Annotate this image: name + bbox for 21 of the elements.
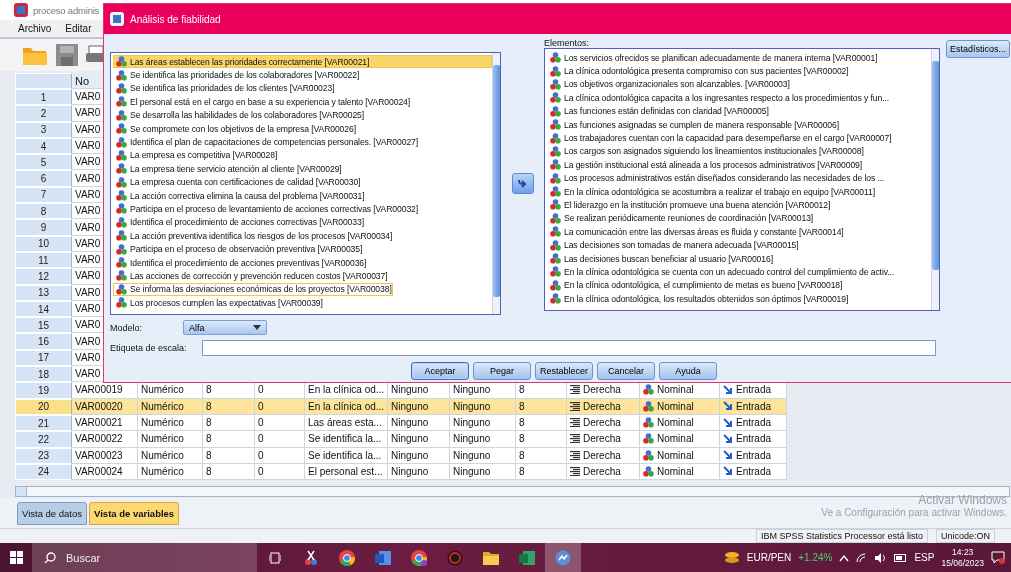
items-label: Elementos: <box>544 38 591 48</box>
encoding-status: Unicode:ON <box>935 529 995 543</box>
table-cell: Entrada <box>720 431 787 448</box>
table-cell: Ninguno <box>388 431 450 448</box>
dialog-title: Análisis de fiabilidad <box>130 13 221 25</box>
table-cell: 8 <box>203 431 255 448</box>
activation-title: Activar Windows <box>918 494 1007 507</box>
currency-pair: EUR/PEN <box>746 552 792 563</box>
window-title: proceso adminis <box>33 4 100 16</box>
table-cell: Ninguno <box>450 431 516 448</box>
table-cell: 8 <box>516 431 567 448</box>
table-cell: VAR00022 <box>72 431 138 448</box>
table-cell: VAR00019 <box>72 382 138 399</box>
activation-text: Ve a Configuración para activar Windows. <box>821 507 1007 518</box>
table-cell: Derecha <box>567 431 640 448</box>
table-cell: 0 <box>255 431 305 448</box>
table-cell: Se identifica la... <box>305 431 388 448</box>
status-message: IBM SPSS Statistics Processor está listo <box>755 529 928 543</box>
currency-change: +1.24% <box>798 552 833 563</box>
table-cell: Nominal <box>640 431 720 448</box>
table-cell: Numérico <box>138 431 203 448</box>
